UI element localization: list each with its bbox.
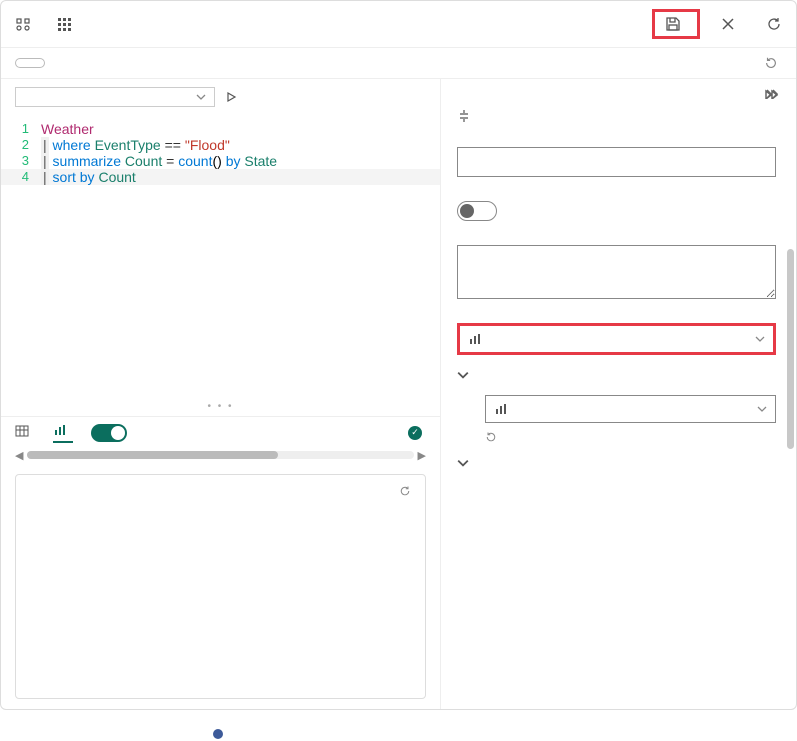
tab-visual[interactable]	[53, 423, 73, 443]
reset-button[interactable]	[764, 56, 782, 70]
expand-preview-toggle[interactable]	[91, 424, 127, 442]
run-button[interactable]	[225, 91, 243, 103]
chevron-down-icon	[457, 369, 469, 381]
check-icon: ✓	[408, 426, 422, 440]
chevron-down-icon	[196, 92, 206, 102]
more-tabs-icon[interactable]	[764, 89, 780, 99]
base-queries-icon	[57, 16, 73, 32]
drag-handle[interactable]: • • •	[1, 397, 440, 416]
refresh-icon	[766, 16, 782, 32]
section-data[interactable]	[457, 457, 776, 469]
filter-row	[1, 48, 796, 78]
status-done: ✓	[408, 426, 426, 440]
parameters-button[interactable]	[15, 16, 37, 32]
visual-type-select[interactable]	[457, 323, 776, 355]
column-chart-icon	[468, 332, 482, 346]
top-toolbar	[1, 1, 796, 48]
hide-tile-name-toggle[interactable]	[457, 201, 497, 221]
tab-results[interactable]	[15, 424, 35, 442]
column-chart-icon	[494, 402, 508, 416]
chevron-down-icon	[457, 457, 469, 469]
tile-refresh-icon[interactable]	[399, 485, 411, 497]
tile-name-input[interactable]	[457, 147, 776, 177]
base-queries-button[interactable]	[57, 16, 79, 32]
results-tabs: ✓	[1, 416, 440, 449]
collapse-all-button[interactable]	[457, 109, 776, 123]
chart-tile	[15, 474, 426, 700]
query-editor[interactable]: 1Weather 2| where EventType == "Flood" 3…	[1, 115, 440, 191]
save-icon	[665, 16, 681, 32]
section-general[interactable]	[457, 369, 776, 381]
refresh-button[interactable]	[766, 16, 782, 32]
right-pane	[441, 79, 796, 709]
chart-legend	[30, 663, 411, 741]
parameters-icon	[15, 16, 31, 32]
general-reset-button[interactable]	[485, 431, 776, 443]
datasource-dropdown[interactable]	[15, 87, 215, 107]
undo-icon	[485, 431, 497, 443]
close-icon	[720, 16, 736, 32]
chevron-down-icon	[757, 404, 767, 414]
visual-format-select[interactable]	[485, 395, 776, 423]
vertical-scrollbar[interactable]	[787, 129, 794, 699]
undo-icon	[764, 56, 778, 70]
chevron-down-icon	[755, 334, 765, 344]
chart-icon	[53, 423, 67, 437]
apply-changes-button[interactable]	[652, 9, 700, 39]
scroll-right-icon[interactable]: ▶	[418, 449, 426, 462]
tile-desc-input[interactable]	[457, 245, 776, 299]
play-icon	[225, 91, 237, 103]
table-icon	[15, 424, 29, 438]
horizontal-scrollbar[interactable]: ◀ ▶	[1, 449, 440, 468]
chart-area	[30, 503, 411, 741]
left-pane: 1Weather 2| where EventType == "Flood" 3…	[1, 79, 441, 709]
discard-changes-button[interactable]	[720, 16, 742, 32]
legend-dot-icon	[213, 729, 223, 739]
time-range-pill[interactable]	[15, 58, 45, 68]
collapse-icon	[457, 109, 471, 123]
scroll-left-icon[interactable]: ◀	[15, 449, 23, 462]
